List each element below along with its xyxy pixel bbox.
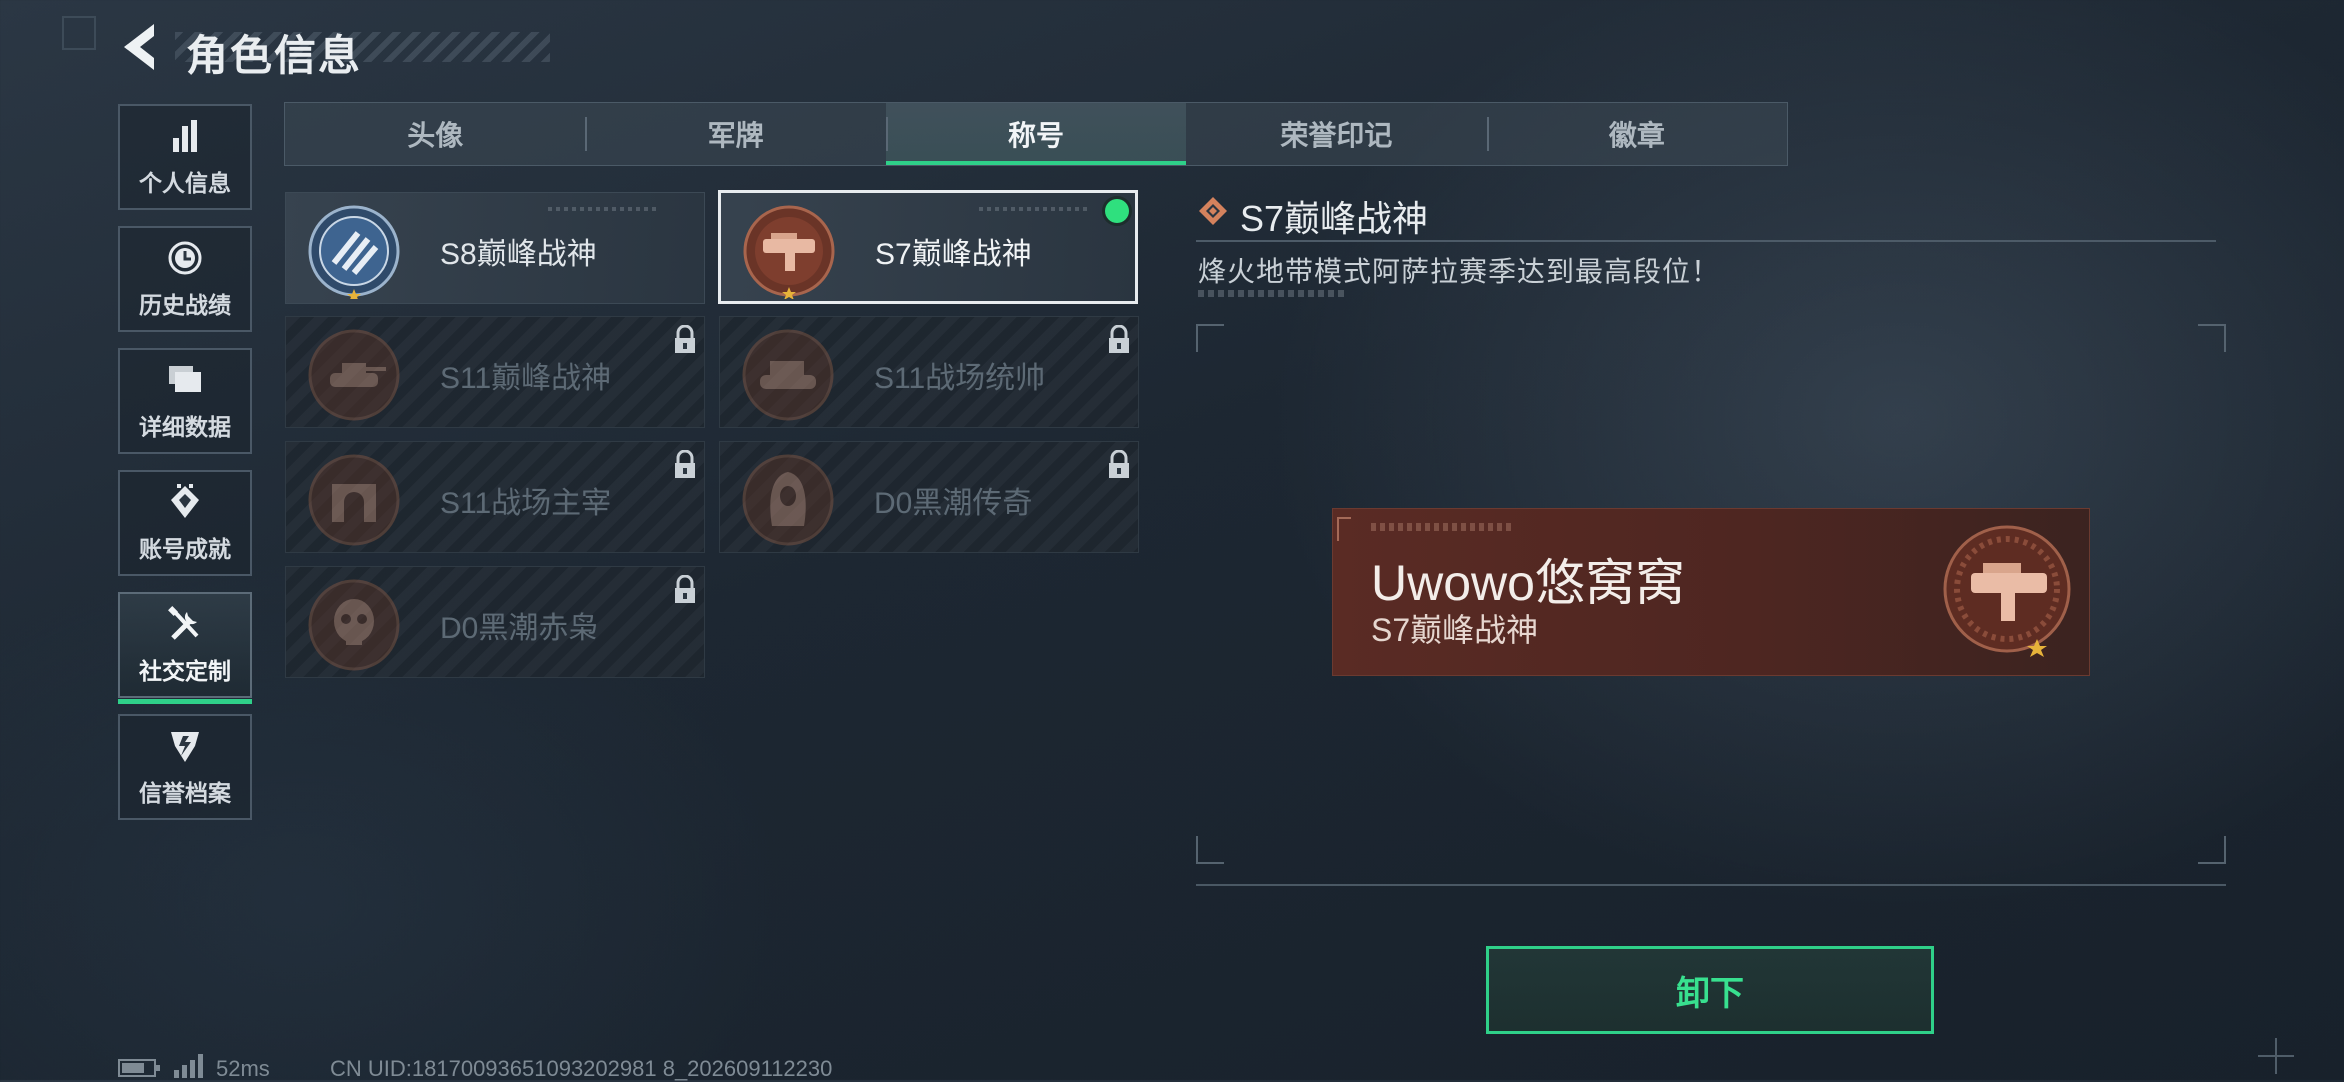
arch-emblem-icon xyxy=(308,454,400,546)
s7-gun-emblem-icon xyxy=(1943,525,2071,657)
sidebar-item-label: 信誉档案 xyxy=(139,780,231,806)
uid-text: CN UID:18170093651093202981 8_2026091122… xyxy=(330,1056,833,1081)
category-tabs: 头像 军牌 称号 荣誉印记 徽章 xyxy=(284,102,1788,166)
title-card-s11-commander[interactable]: S11战场统帅 xyxy=(719,316,1139,428)
title-name: D0黑潮赤枭 xyxy=(440,612,599,645)
page-title: 角色信息 xyxy=(186,32,363,79)
title-name: S11巅峰战神 xyxy=(440,362,612,395)
back-arrow-icon xyxy=(124,24,154,70)
tab-dog-tag[interactable]: 军牌 xyxy=(585,103,885,165)
preview-frame-corner xyxy=(1196,324,1224,352)
detail-title: S7巅峰战神 xyxy=(1240,198,1429,239)
corner-marker xyxy=(62,16,96,50)
sidebar-item-label: 详细数据 xyxy=(139,414,231,440)
sidebar-item-credit-record[interactable]: 信誉档案 xyxy=(118,714,252,820)
crosshair-icon xyxy=(2258,1038,2294,1074)
tools-icon xyxy=(168,606,199,640)
back-button[interactable] xyxy=(118,22,162,72)
unequip-button[interactable]: 卸下 xyxy=(1486,946,1934,1034)
lock-icon xyxy=(1109,325,1129,353)
tab-badge[interactable]: 徽章 xyxy=(1486,103,1787,165)
sidebar-item-history[interactable]: 历史战绩 xyxy=(118,226,252,332)
lock-icon xyxy=(675,325,695,353)
detail-tick-decoration xyxy=(1198,290,1348,297)
lock-icon xyxy=(675,575,695,603)
detail-description: 烽火地带模式阿萨拉赛季达到最高段位！ xyxy=(1198,256,1721,287)
lock-icon xyxy=(675,450,695,478)
title-card-s8[interactable]: S8巅峰战神 xyxy=(285,192,705,304)
title-name: S11战场统帅 xyxy=(874,362,1046,395)
sidebar-item-detailed-data[interactable]: 详细数据 xyxy=(118,348,252,454)
preview-frame-corner xyxy=(2198,324,2226,352)
bar-chart-icon xyxy=(173,120,197,152)
sidebar-item-label: 社交定制 xyxy=(139,658,231,684)
tab-title[interactable]: 称号 xyxy=(885,103,1187,165)
title-card-s11-dominator[interactable]: S11战场主宰 xyxy=(285,441,705,553)
divider xyxy=(1196,884,2226,886)
tank-emblem-icon xyxy=(308,329,400,421)
ping-value: 52ms xyxy=(216,1056,270,1081)
card-tick-decoration xyxy=(548,207,658,211)
divider xyxy=(1196,240,2216,242)
s7-gun-emblem-icon xyxy=(743,205,835,299)
preview-title: S7巅峰战神 xyxy=(1371,612,1539,648)
title-name: S8巅峰战神 xyxy=(440,238,597,271)
title-card-d0-legend[interactable]: D0黑潮传奇 xyxy=(719,441,1139,553)
s8-blue-emblem-icon xyxy=(308,205,400,299)
sidebar-item-achievements[interactable]: 账号成就 xyxy=(118,470,252,576)
folders-icon xyxy=(169,366,201,392)
sidebar-item-label: 个人信息 xyxy=(139,170,231,196)
achievement-icon xyxy=(171,484,199,518)
hooded-figure-emblem-icon xyxy=(742,454,834,546)
history-clock-icon xyxy=(168,241,202,275)
title-name: S7巅峰战神 xyxy=(875,238,1032,271)
signal-icon xyxy=(174,1054,203,1078)
title-card-d0-owl[interactable]: D0黑潮赤枭 xyxy=(285,566,705,678)
title-card-s11-peak[interactable]: S11巅峰战神 xyxy=(285,316,705,428)
sidebar-item-label: 历史战绩 xyxy=(139,292,231,318)
sidebar-item-personal-info[interactable]: 个人信息 xyxy=(118,104,252,210)
sidebar-item-label: 账号成就 xyxy=(139,536,231,562)
preview-frame-corner xyxy=(2198,836,2226,864)
title-name: D0黑潮传奇 xyxy=(874,487,1033,520)
tab-honor-mark[interactable]: 荣誉印记 xyxy=(1186,103,1486,165)
skull-emblem-icon xyxy=(308,579,400,671)
title-name: S11战场主宰 xyxy=(440,487,612,520)
armored-vehicle-emblem-icon xyxy=(742,329,834,421)
banner-bracket xyxy=(1337,517,1351,541)
battery-icon xyxy=(118,1059,160,1077)
banner-tick-decoration xyxy=(1371,523,1511,531)
lock-icon xyxy=(1109,450,1129,478)
title-card-s7[interactable]: S7巅峰战神 xyxy=(718,190,1138,304)
title-diamond-icon xyxy=(1199,197,1227,225)
preview-frame-corner xyxy=(1196,836,1224,864)
sidebar-item-social-custom[interactable]: 社交定制 xyxy=(118,592,252,704)
tab-avatar[interactable]: 头像 xyxy=(285,103,585,165)
card-tick-decoration xyxy=(979,207,1089,211)
equipped-indicator xyxy=(1105,199,1129,223)
title-preview-banner: Uwowo悠窝窝 S7巅峰战神 xyxy=(1332,508,2090,676)
credit-shield-icon xyxy=(171,732,199,762)
